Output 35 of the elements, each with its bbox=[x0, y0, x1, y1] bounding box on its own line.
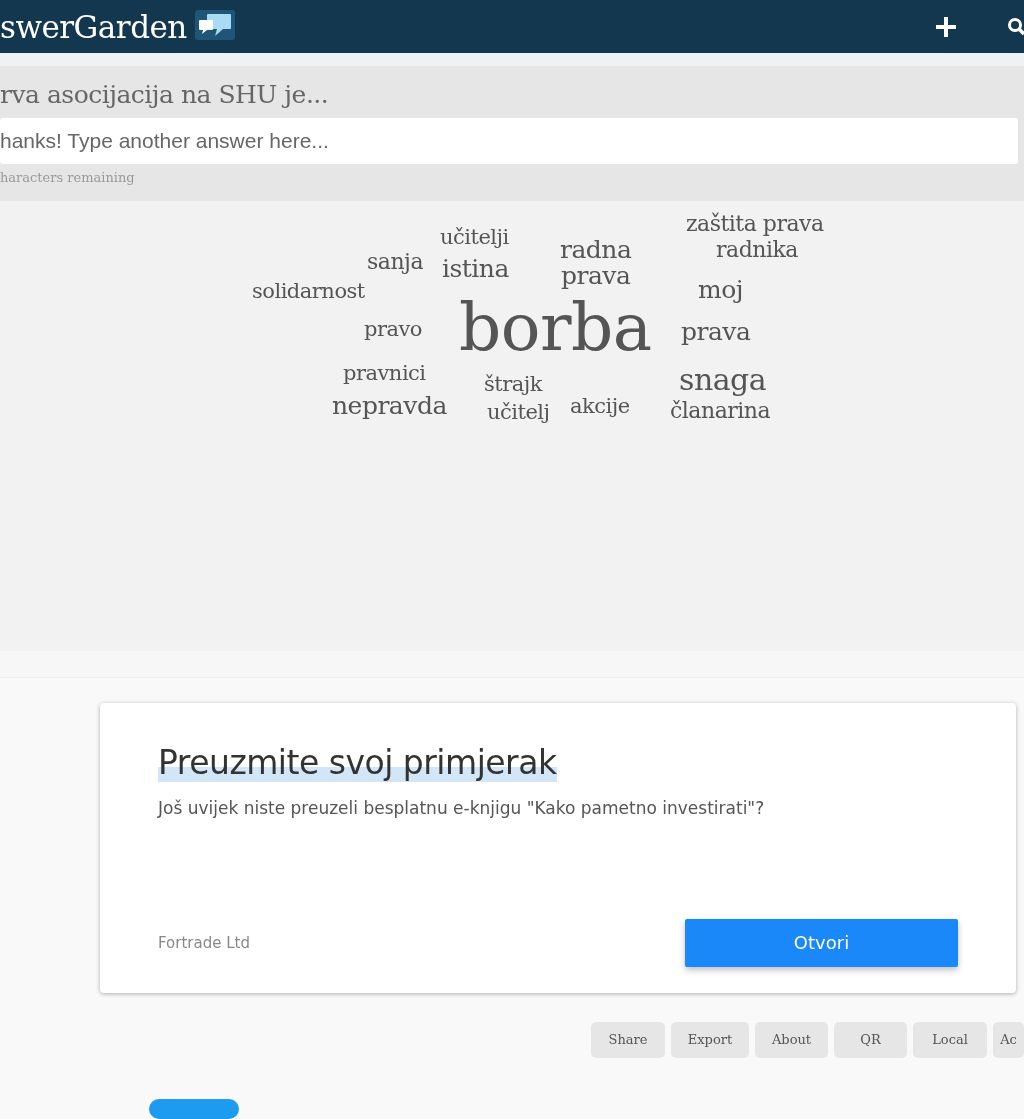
cloud-word: učitelji bbox=[440, 227, 509, 248]
cloud-word: štrajk bbox=[484, 374, 542, 395]
search-icon[interactable] bbox=[1007, 16, 1024, 37]
action-button[interactable]: About bbox=[755, 1022, 828, 1058]
cloud-word: radna bbox=[560, 237, 632, 262]
action-button[interactable]: Local bbox=[913, 1022, 987, 1058]
answer-input[interactable]: hanks! Type another answer here... bbox=[0, 118, 1018, 165]
open-button[interactable]: Otvori bbox=[685, 918, 958, 967]
cloud-word: pravo bbox=[364, 319, 422, 340]
ad-text: Još uvijek niste preuzeli besplatnu e-knjigu "Kako pametno investirati"? bbox=[158, 797, 766, 818]
cloud-word: prava bbox=[561, 263, 631, 288]
cloud-word: radnika bbox=[716, 239, 798, 261]
cloud-word: pravnici bbox=[343, 363, 426, 384]
cloud-word: istina bbox=[442, 256, 509, 281]
cloud-word: solidarnost bbox=[252, 281, 365, 302]
app-logo-text[interactable]: swerGarden bbox=[0, 8, 187, 45]
question-title: rva asocijacija na SHU je... bbox=[0, 80, 330, 112]
cloud-word: borba bbox=[459, 295, 652, 361]
cloud-word: zaštita prava bbox=[686, 213, 824, 235]
action-button[interactable]: Share bbox=[591, 1022, 665, 1058]
plus-icon[interactable] bbox=[936, 16, 956, 37]
cloud-word: članarina bbox=[670, 400, 771, 422]
action-button[interactable]: Export bbox=[671, 1022, 749, 1058]
action-button[interactable]: QR bbox=[834, 1022, 907, 1058]
characters-remaining-hint: haracters remaining bbox=[0, 170, 136, 186]
cloud-word: akcije bbox=[570, 396, 630, 417]
cloud-word: nepravda bbox=[332, 393, 447, 418]
tweet-button[interactable] bbox=[149, 1099, 239, 1119]
advertiser-name: Fortrade Ltd bbox=[158, 933, 250, 952]
cloud-word: učitelj bbox=[487, 402, 550, 423]
cloud-word: snaga bbox=[679, 365, 767, 395]
action-button[interactable]: Ac bbox=[993, 1022, 1024, 1058]
cloud-word: moj bbox=[698, 277, 743, 302]
cloud-word: sanja bbox=[367, 251, 423, 273]
cloud-word: prava bbox=[681, 319, 751, 344]
